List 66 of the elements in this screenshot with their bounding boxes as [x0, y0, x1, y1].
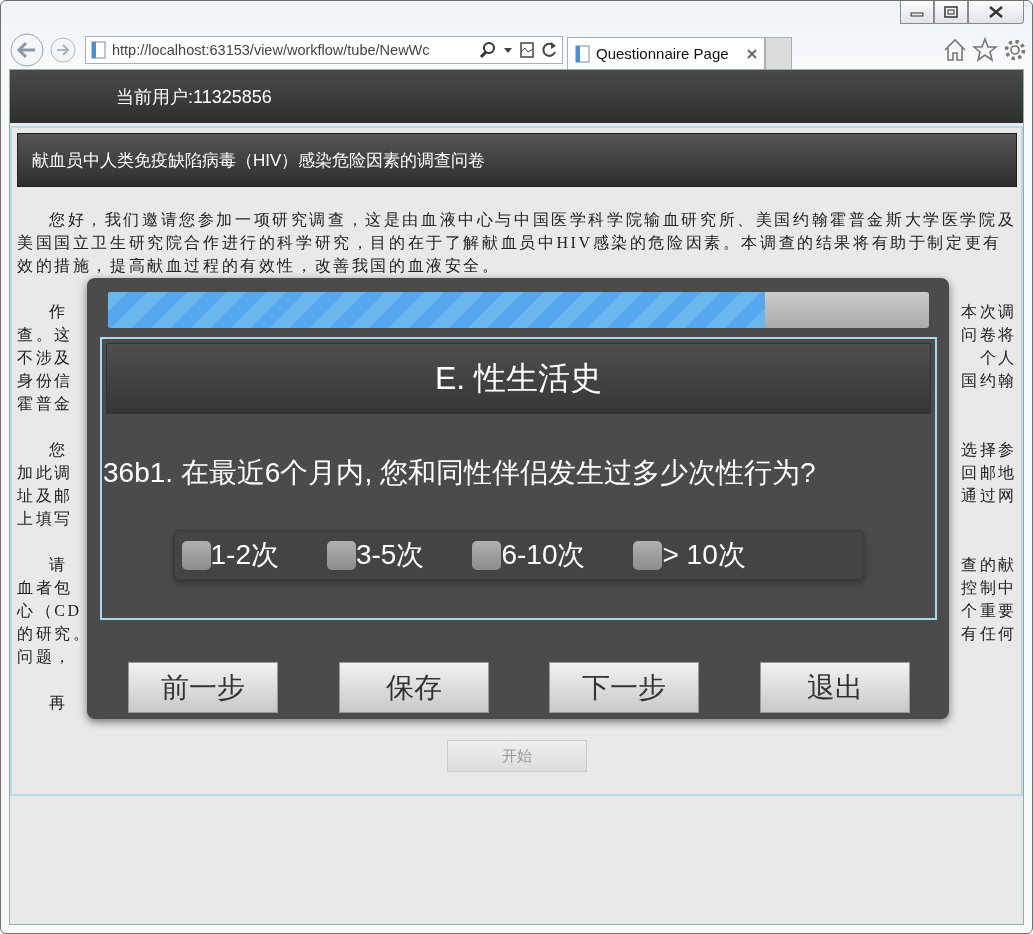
paragraph-text: 问卷将 — [961, 325, 1017, 345]
maximize-button[interactable] — [934, 1, 968, 24]
option-label: 6-10次 — [501, 538, 586, 572]
tab-title: Questionnaire Page — [596, 45, 730, 62]
close-icon[interactable] — [746, 47, 758, 60]
question-text: 36b1. 在最近6个月内, 您和同性伴侣发生过多少次性行为? — [103, 456, 817, 490]
paragraph-text: 上填写 — [17, 509, 73, 529]
paragraph-text: 通过网 — [961, 486, 1017, 506]
paragraph-text: 问题， — [17, 647, 73, 667]
paragraph-text: 个重要 — [961, 601, 1017, 621]
paragraph-text: 霍普金 — [17, 394, 73, 414]
paragraph-text: 址及邮 — [17, 486, 73, 506]
option-checkbox[interactable]: 1-2次 — [181, 536, 279, 574]
paragraph-text: 回邮地 — [961, 463, 1017, 483]
dialog-button[interactable]: 保存 — [338, 662, 489, 713]
close-icon — [988, 6, 1004, 18]
paragraph-text: 控制中 — [961, 578, 1017, 598]
paragraph-text: 心（CD — [17, 601, 82, 621]
paragraph-text: 本次调 — [961, 302, 1017, 322]
questionnaire-title: 献血员中人类免疫缺陷病毒（HIV）感染危险因素的调查问卷 — [32, 149, 486, 172]
paragraph-text: 作 — [48, 302, 68, 322]
back-icon[interactable] — [9, 32, 45, 68]
checkbox[interactable] — [326, 540, 356, 570]
address-field[interactable]: http://localhost:63153/view/workflow/tube/NewWc — [85, 36, 563, 64]
section-title: E. 性生活史 — [434, 358, 603, 398]
paragraph-text: 身份信 — [17, 371, 73, 391]
paragraph-text: 血者包 — [17, 578, 73, 598]
option-label: 1-2次 — [210, 538, 279, 572]
dialog-button[interactable]: 下一步 — [549, 662, 700, 713]
intro-paragraph: 您好，我们邀请您参加一项研究调查，这是由血液中心与中国医学科学院输血研究所、美国约翰霍普金斯大学医学院及美国国立卫生研究院合作进行的科学研究，目的在于了解献血员中HIV感染的危险因素。本调查的结果将有助于制定更有效的措施，提高献血过程的有效性，改善我国的血液安全。 — [17, 210, 1017, 276]
option-label: 3-5次 — [355, 538, 425, 572]
paragraph-text: 有任何 — [961, 624, 1017, 644]
page-icon — [574, 43, 592, 64]
browser-tab[interactable]: Questionnaire Page — [567, 37, 765, 69]
home-icon[interactable] — [942, 37, 968, 63]
current-user-label: 当前用户:11325856 — [116, 85, 272, 109]
paragraph-text: 不涉及 — [17, 348, 73, 368]
close-button[interactable] — [968, 1, 1024, 24]
dialog-button[interactable]: 前一步 — [128, 662, 278, 713]
option-checkbox[interactable]: 6-10次 — [472, 536, 586, 574]
checkbox[interactable] — [181, 540, 211, 570]
paragraph-text: 的研究。 — [17, 624, 92, 644]
checkbox[interactable] — [472, 540, 502, 570]
paragraph-text: 查。这 — [17, 325, 73, 345]
search-icon[interactable] — [478, 40, 498, 60]
broken-page-icon[interactable] — [518, 40, 536, 60]
star-icon[interactable] — [972, 37, 998, 63]
refresh-icon[interactable] — [540, 40, 558, 60]
option-checkbox[interactable]: > 10次 — [633, 536, 746, 574]
paragraph-text: 个人 — [979, 348, 1017, 368]
paragraph-text: 查的献 — [961, 555, 1017, 575]
paragraph-text: 您 — [48, 440, 68, 460]
paragraph-text: 加此调 — [17, 463, 73, 483]
checkbox[interactable] — [633, 540, 663, 570]
dialog-button[interactable]: 退出 — [759, 662, 910, 713]
page-icon — [90, 40, 108, 60]
url-text: http://localhost:63153/view/workflow/tube/NewWc — [112, 42, 431, 58]
paragraph-text: 请 — [48, 555, 68, 575]
paragraph-text: 国约翰 — [961, 371, 1017, 391]
minimize-button[interactable] — [900, 1, 934, 24]
option-label: > 10次 — [662, 538, 746, 572]
paragraph-text: 选择参 — [961, 440, 1017, 460]
settings-icon[interactable] — [1002, 37, 1028, 63]
option-checkbox[interactable]: 3-5次 — [326, 536, 425, 574]
maximize-icon — [944, 6, 958, 18]
paragraph-text: 再 — [48, 693, 68, 713]
